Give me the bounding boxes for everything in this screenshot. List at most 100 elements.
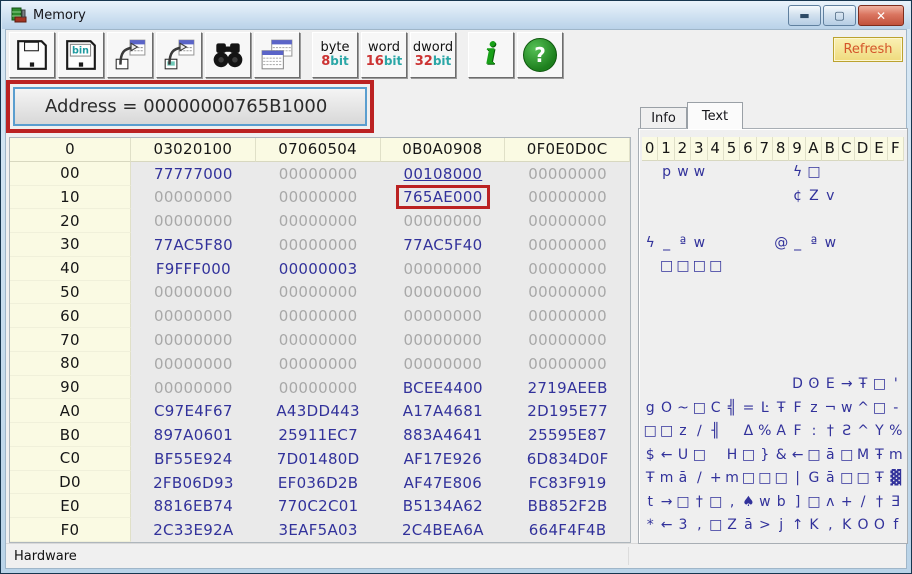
text-char-cell[interactable]: Z [806,184,822,208]
text-char-cell[interactable]: 3 [675,514,691,538]
text-char-cell[interactable]: □ [675,490,691,514]
text-char-cell[interactable] [708,302,724,326]
text-char-cell[interactable] [839,231,855,255]
text-char-cell[interactable] [855,231,871,255]
hex-cell[interactable]: 00000000 [381,304,506,328]
text-char-cell[interactable]: □ [740,466,756,490]
text-char-cell[interactable] [691,372,707,396]
hex-cell[interactable]: 25911EC7 [256,423,381,447]
hex-cell[interactable]: BF55E924 [131,447,256,471]
text-char-cell[interactable]: □ [855,466,871,490]
text-char-cell[interactable] [740,302,756,326]
hex-cell[interactable]: 897A0601 [131,423,256,447]
text-char-cell[interactable]: z [806,396,822,420]
text-char-cell[interactable] [839,349,855,373]
text-char-cell[interactable] [855,325,871,349]
hex-cell[interactable]: 77777000 [131,162,256,186]
text-char-cell[interactable] [691,349,707,373]
hex-cell[interactable]: 883A4641 [381,423,506,447]
text-char-cell[interactable]: ∕ [691,419,707,443]
text-char-cell[interactable] [871,231,887,255]
text-char-cell[interactable]: □ [675,255,691,279]
hex-cell[interactable]: 00000000 [505,233,630,257]
text-char-cell[interactable]: @ [773,231,789,255]
text-char-cell[interactable] [708,161,724,185]
text-char-cell[interactable]: % [888,419,904,443]
text-char-cell[interactable] [675,184,691,208]
text-char-cell[interactable]: □ [691,443,707,467]
text-char-cell[interactable]: □ [806,161,822,185]
hex-cell[interactable]: 00000000 [256,162,381,186]
text-char-cell[interactable] [773,302,789,326]
hex-cell[interactable]: 77AC5F80 [131,233,256,257]
text-char-cell[interactable] [855,278,871,302]
hex-cell[interactable]: 8816EB74 [131,494,256,518]
text-char-cell[interactable] [691,208,707,232]
text-char-cell[interactable] [888,208,904,232]
text-char-cell[interactable]: U [675,443,691,467]
text-char-cell[interactable] [839,302,855,326]
hex-cell[interactable]: 00000000 [256,233,381,257]
text-char-cell[interactable] [773,161,789,185]
text-char-cell[interactable]: F [789,396,805,420]
hex-cell[interactable]: 77AC5F40 [381,233,506,257]
hex-cell[interactable]: 00000003 [256,257,381,281]
title-bar[interactable]: Memory ▬ ▢ ✕ [2,1,910,29]
text-char-cell[interactable]: ♠ [740,490,756,514]
text-char-cell[interactable] [757,184,773,208]
text-char-cell[interactable] [740,161,756,185]
text-char-cell[interactable] [757,161,773,185]
text-char-cell[interactable]: ʌ [822,490,838,514]
text-char-cell[interactable] [691,184,707,208]
text-char-cell[interactable]: w [822,231,838,255]
text-char-cell[interactable]: , [724,490,740,514]
text-char-cell[interactable] [871,349,887,373]
text-char-cell[interactable]: M [855,443,871,467]
hex-cell[interactable]: 3EAF5A03 [256,518,381,542]
hex-cell[interactable]: 00000000 [131,281,256,305]
text-char-cell[interactable]: O [658,396,674,420]
text-char-cell[interactable] [642,372,658,396]
text-char-cell[interactable] [740,208,756,232]
text-char-cell[interactable]: F [789,419,805,443]
hex-cell[interactable]: 00000000 [505,186,630,210]
hex-cell[interactable]: 00000000 [505,209,630,233]
text-char-cell[interactable] [724,325,740,349]
text-char-cell[interactable]: Ŀ [757,396,773,420]
text-char-cell[interactable] [740,231,756,255]
text-char-cell[interactable] [839,161,855,185]
hex-cell[interactable]: 2C4BEA6A [381,518,506,542]
text-char-cell[interactable] [708,208,724,232]
text-char-cell[interactable]: g [642,396,658,420]
text-char-cell[interactable]: ▓ [888,466,904,490]
byte-mode-button[interactable]: byte 8bit [312,32,358,78]
text-char-cell[interactable]: Y [871,419,887,443]
text-char-cell[interactable] [658,302,674,326]
text-char-cell[interactable] [806,278,822,302]
hex-cell[interactable]: 00000000 [131,328,256,352]
text-char-cell[interactable]: □ [740,443,756,467]
text-char-cell[interactable] [658,349,674,373]
hex-cell[interactable]: 00000000 [505,352,630,376]
text-char-cell[interactable] [773,184,789,208]
text-char-cell[interactable]: □ [871,396,887,420]
text-char-cell[interactable] [789,208,805,232]
table-view-button[interactable] [254,32,300,78]
text-char-cell[interactable] [773,349,789,373]
text-char-cell[interactable] [757,208,773,232]
text-char-cell[interactable]: □ [658,419,674,443]
text-char-cell[interactable] [822,278,838,302]
text-char-cell[interactable]: $ [642,443,658,467]
text-char-cell[interactable]: w [675,161,691,185]
hex-cell[interactable]: 00000000 [131,352,256,376]
text-char-cell[interactable] [675,208,691,232]
text-char-cell[interactable] [871,255,887,279]
text-char-cell[interactable]: □ [658,255,674,279]
hex-cell[interactable]: 7D01480D [256,447,381,471]
text-char-cell[interactable] [839,325,855,349]
text-char-cell[interactable] [855,161,871,185]
text-char-cell[interactable]: ~ [675,396,691,420]
text-char-cell[interactable] [757,349,773,373]
text-char-cell[interactable] [888,161,904,185]
text-char-cell[interactable]: □ [871,372,887,396]
